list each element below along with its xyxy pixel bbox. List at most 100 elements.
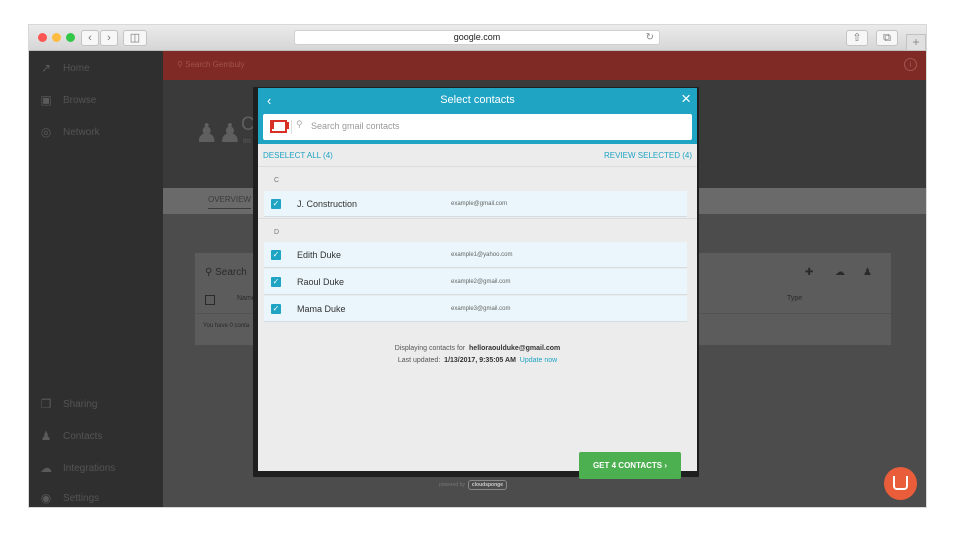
chevron-right-icon: › — [107, 32, 111, 44]
trend-icon: ↗ — [40, 61, 52, 75]
sidebar-item-label: Network — [63, 126, 100, 138]
sidebar-item-integrations[interactable]: ☁ Integrations — [37, 461, 115, 475]
add-contact-icon[interactable]: ✚ — [805, 267, 813, 278]
last-updated-text: Last updated: 1/13/2017, 9:35:05 AM Upda… — [258, 357, 697, 364]
powered-by: powered by cloudsponge — [439, 480, 507, 490]
checkbox-checked[interactable]: ✓ — [271, 277, 281, 287]
modal-header: ‹ Select contacts × ⚲ Search gmail conta… — [258, 88, 697, 144]
sidebar-item-label: Settings — [63, 492, 100, 504]
search-placeholder: Search gmail contacts — [311, 121, 400, 131]
checkbox-checked[interactable]: ✓ — [271, 304, 281, 314]
sharing-icon: ❐ — [40, 397, 52, 411]
app-topbar: ⚲ Search Gembuly i — [163, 51, 926, 80]
contact-row[interactable]: ✓ J. Construction example@gmail.com — [264, 191, 687, 217]
selection-actions: DESELECT ALL (4) REVIEW SELECTED (4) — [258, 144, 697, 166]
contact-email: example@gmail.com — [451, 201, 508, 207]
tab-overview[interactable]: OVERVIEW — [208, 195, 251, 209]
contact-email: example3@gmail.com — [451, 306, 511, 312]
browse-icon: ▣ — [40, 93, 52, 107]
user-icon: ◉ — [40, 491, 52, 505]
checkbox-checked[interactable]: ✓ — [271, 250, 281, 260]
contact-email: example1@yahoo.com — [451, 252, 513, 258]
back-nav-button[interactable]: ‹ — [81, 30, 99, 46]
sidebar-toggle-button[interactable]: ◫ — [123, 30, 147, 46]
contact-row[interactable]: ✓ Raoul Duke example2@gmail.com — [264, 269, 687, 295]
cloud-icon: ☁ — [40, 461, 52, 475]
get-contacts-button[interactable]: GET 4 CONTACTS › — [579, 452, 681, 479]
powered-by-label: powered by — [439, 482, 465, 488]
empty-state-text: You have 0 conta — [203, 323, 250, 329]
tabs-overview-button[interactable]: ⧉ — [876, 30, 898, 46]
contacts-icon: ♟ — [40, 429, 52, 443]
contact-row[interactable]: ✓ Edith Duke example1@yahoo.com — [264, 242, 687, 268]
share-icon: ⇧ — [852, 32, 862, 44]
plus-icon: + — [912, 35, 920, 49]
sidebar-item-label: Integrations — [63, 462, 116, 474]
contact-name: Mama Duke — [297, 304, 346, 314]
divider — [258, 218, 697, 219]
deselect-all-button[interactable]: DESELECT ALL (4) — [263, 151, 333, 160]
divider — [258, 166, 697, 167]
contact-email: example2@gmail.com — [451, 279, 511, 285]
sidebar-item-label: Contacts — [63, 430, 103, 442]
page-subtitle: Im — [243, 138, 251, 145]
contact-name: J. Construction — [297, 199, 358, 209]
sidebar-item-label: Home — [63, 62, 90, 74]
sidebar-item-settings[interactable]: ◉ Settings — [37, 491, 99, 505]
network-icon: ◎ — [40, 125, 52, 139]
sidebar-item-network[interactable]: ◎ Network — [37, 125, 100, 139]
cloud-upload-icon[interactable]: ☁ — [835, 267, 845, 278]
select-contacts-modal: ‹ Select contacts × ⚲ Search gmail conta… — [258, 88, 697, 479]
contact-name: Raoul Duke — [297, 277, 345, 287]
modal-title: Select contacts — [440, 94, 515, 106]
forward-nav-button[interactable]: › — [100, 30, 118, 46]
sidebar-item-label: Browse — [63, 94, 97, 106]
share-button[interactable]: ⇧ — [846, 30, 868, 46]
divider — [291, 120, 292, 134]
chevron-left-icon: ‹ — [88, 32, 92, 44]
search-placeholder: Search — [215, 267, 247, 278]
close-icon[interactable]: × — [681, 89, 691, 109]
sidebar-item-home[interactable]: ↗ Home — [37, 61, 90, 75]
account-email: helloraoulduke@gmail.com — [469, 345, 561, 352]
displaying-contacts-text: Displaying contacts for helloraoulduke@g… — [258, 345, 697, 352]
reload-icon[interactable]: ↻ — [646, 31, 654, 44]
address-bar[interactable]: google.com ↻ — [294, 30, 660, 45]
last-updated-value: 1/13/2017, 9:35:05 AM — [444, 357, 516, 364]
gmail-search-field[interactable]: ⚲ Search gmail contacts — [263, 114, 692, 140]
group-icon[interactable]: ♟ — [863, 267, 872, 278]
last-updated-label: Last updated: — [397, 357, 441, 364]
sidebar-item-contacts[interactable]: ♟ Contacts — [37, 429, 103, 443]
sidebar-item-sharing[interactable]: ❐ Sharing — [37, 397, 98, 411]
chat-launcher-button[interactable] — [884, 467, 917, 500]
contact-name: Edith Duke — [297, 250, 342, 260]
contact-row[interactable]: ✓ Mama Duke example3@gmail.com — [264, 296, 687, 322]
browser-window: ‹ › ◫ google.com ↻ ⇧ ⧉ + ↗ Home ▣ Browse ◎… — [29, 25, 926, 507]
update-now-link[interactable]: Update now — [520, 357, 557, 364]
contacts-search-input[interactable]: ⚲ Search — [205, 267, 247, 278]
sidebar-item-browse[interactable]: ▣ Browse — [37, 93, 96, 107]
new-tab-button[interactable]: + — [906, 34, 926, 51]
sidebar: ↗ Home ▣ Browse ◎ Network ❐ Sharing ♟ Contact… — [29, 51, 163, 507]
sidebar-item-label: Sharing — [63, 398, 98, 410]
gmail-icon — [270, 120, 289, 133]
topbar-search-placeholder: Search Gembuly — [185, 60, 245, 69]
url-text: google.com — [453, 32, 501, 42]
checkbox-checked[interactable]: ✓ — [271, 199, 281, 209]
column-type: Type — [787, 295, 803, 302]
sidebar-icon: ◫ — [129, 32, 141, 44]
select-all-checkbox[interactable] — [205, 295, 215, 305]
info-icon[interactable]: i — [904, 58, 917, 71]
minimize-window-button[interactable] — [52, 33, 61, 42]
review-selected-button[interactable]: REVIEW SELECTED (4) — [604, 151, 692, 160]
topbar-search-input[interactable]: ⚲ Search Gembuly — [177, 60, 245, 69]
maximize-window-button[interactable] — [66, 33, 75, 42]
tabs-icon: ⧉ — [883, 32, 891, 44]
close-window-button[interactable] — [38, 33, 47, 42]
cloudsponge-logo[interactable]: cloudsponge — [467, 480, 507, 490]
chat-icon — [893, 476, 908, 490]
browser-titlebar: ‹ › ◫ google.com ↻ ⇧ ⧉ — [29, 25, 926, 51]
group-letter: C — [274, 177, 280, 184]
search-icon: ⚲ — [296, 119, 303, 129]
people-icon: ♟♟ — [195, 118, 242, 148]
